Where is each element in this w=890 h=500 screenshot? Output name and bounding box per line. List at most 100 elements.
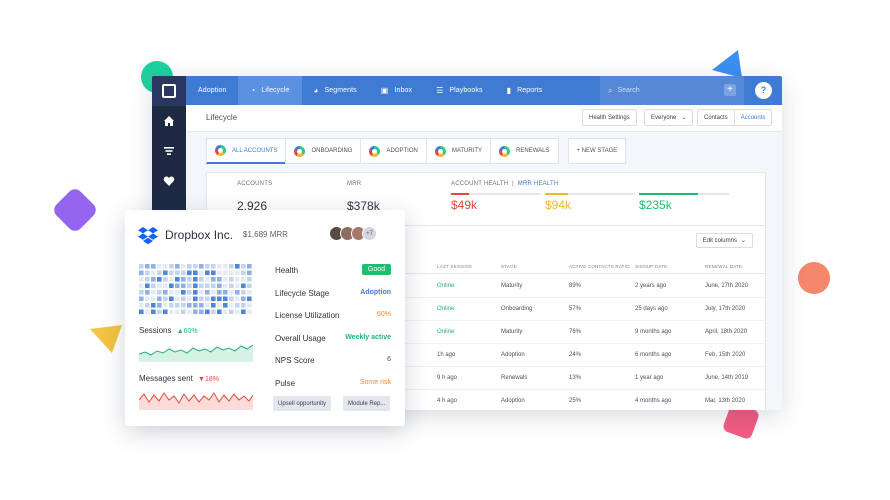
tab-label: ADOPTION [386, 148, 418, 154]
heatmap-cell [247, 296, 252, 302]
column-header[interactable]: LAST SESSION [437, 264, 472, 269]
table-cell-stage: Adoption [501, 398, 525, 404]
top-navigation: Adoption ◔ Lifecycle ◕ Segments ▣ Inbox ☰ Pl… [186, 76, 782, 105]
table-cell-signup: 25 days ago [635, 306, 668, 312]
heatmap-cell [139, 283, 144, 289]
heatmap-cell [211, 283, 216, 289]
heatmap-cell [217, 290, 222, 295]
tab-renewals[interactable]: RENEWALS [490, 138, 559, 164]
column-header[interactable]: SIGNUP DATE [635, 264, 667, 269]
health-badge[interactable]: Good [361, 264, 391, 275]
app-logo-icon[interactable] [152, 76, 186, 106]
heatmap-cell [247, 303, 252, 308]
heatmap-cell [139, 303, 144, 308]
nav-label: Lifecycle [261, 87, 290, 94]
edit-columns-button[interactable]: Edit columns ⌄ [695, 233, 753, 248]
heatmap-cell [163, 309, 168, 315]
nav-lifecycle[interactable]: ◔ Lifecycle [238, 76, 302, 105]
heatmap-cell [247, 309, 252, 315]
sub-header: Lifecycle Health Settings Everyone ⌄ Cont… [186, 105, 782, 132]
table-cell-ratio: 24% [569, 352, 582, 358]
tab-maturity[interactable]: MATURITY [425, 138, 492, 164]
heatmap-cell [175, 309, 180, 315]
heatmap-cell [157, 303, 162, 308]
heatmap-cell [247, 264, 252, 269]
heatmap-cell [145, 283, 150, 289]
column-header[interactable]: STAGE [501, 264, 517, 269]
heatmap-cell [181, 296, 186, 302]
company-mrr: $1,689 MRR [243, 230, 288, 239]
account-health-label: ACCOUNT HEALTH | MRR HEALTH [451, 181, 558, 187]
heatmap-cell [151, 290, 156, 295]
heart-icon[interactable] [152, 166, 186, 196]
column-header[interactable]: ACTIVE CONTACTS RATIO [569, 264, 630, 269]
heatmap-cell [169, 309, 174, 315]
decorative-square [50, 185, 100, 235]
heatmap-cell [187, 264, 192, 269]
heatmap-cell [157, 264, 162, 269]
home-icon[interactable] [152, 106, 186, 136]
table-cell-ratio: 76% [569, 329, 582, 335]
tab-adoption[interactable]: ADOPTION [360, 138, 427, 164]
health-settings-button[interactable]: Health Settings [582, 109, 637, 126]
table-cell-last-session: Online [437, 283, 455, 289]
health-value-yellow: $94k [545, 198, 572, 212]
inbox-icon: ▣ [380, 86, 389, 95]
tag-module[interactable]: Module Rep... [343, 396, 391, 411]
tag-upsell-opportunity[interactable]: Upsell opportunity [273, 396, 332, 411]
heatmap-cell [145, 277, 150, 282]
contacts-toggle[interactable]: Contacts [698, 110, 734, 125]
table-cell-signup: 9 months ago [635, 329, 672, 335]
heatmap-cell [175, 290, 180, 295]
help-button[interactable]: ? [755, 82, 772, 99]
table-cell-signup: 1 year ago [635, 375, 664, 381]
everyone-dropdown[interactable]: Everyone ⌄ [644, 109, 694, 126]
nav-reports[interactable]: ▮ Reports [495, 76, 555, 105]
table-cell-stage: Renewals [501, 375, 528, 381]
search-input[interactable]: ⌕ Search + [600, 76, 744, 105]
heatmap-cell [169, 264, 174, 269]
table-cell-signup: 2 years ago [635, 283, 667, 289]
lifecycle-stage-value[interactable]: Adoption [360, 289, 391, 296]
heatmap-cell [181, 277, 186, 282]
heatmap-cell [151, 309, 156, 315]
table-cell-ratio: 25% [569, 398, 582, 404]
nav-adoption[interactable]: Adoption [186, 76, 238, 105]
health-ring-icon [294, 145, 306, 157]
mrr-health-link[interactable]: MRR HEALTH [518, 181, 559, 187]
heatmap-cell [163, 277, 168, 282]
new-stage-button[interactable]: + NEW STAGE [567, 138, 627, 164]
tab-all-accounts[interactable]: ALL ACCOUNTS [206, 138, 287, 164]
nav-playbooks[interactable]: ☰ Playbooks [424, 76, 494, 105]
heatmap-cell [235, 270, 240, 276]
accounts-toggle[interactable]: Accounts [733, 110, 772, 125]
company-name[interactable]: Dropbox Inc. [165, 228, 233, 242]
heatmap-cell [193, 303, 198, 308]
property-row: Lifecycle Stage Adoption [275, 285, 391, 308]
health-tab[interactable]: ACCOUNT HEALTH [451, 181, 508, 187]
heatmap-cell [181, 270, 186, 276]
add-icon[interactable]: + [724, 84, 736, 96]
filter-icon[interactable] [152, 136, 186, 166]
contacts-accounts-toggle: Contacts Accounts [697, 109, 773, 126]
heatmap-cell [199, 264, 204, 269]
heatmap-cell [157, 309, 162, 315]
heatmap-cell [199, 296, 204, 302]
search-icon: ⌕ [608, 85, 613, 95]
nav-inbox[interactable]: ▣ Inbox [369, 76, 424, 105]
heatmap-cell [247, 283, 252, 289]
accounts-label: ACCOUNTS [237, 181, 273, 187]
nav-segments[interactable]: ◕ Segments [302, 76, 369, 105]
license-utilization-value: 60% [376, 311, 391, 318]
heatmap-cell [193, 264, 198, 269]
heatmap-cell [235, 264, 240, 269]
contact-avatars[interactable]: +7 [329, 226, 377, 241]
more-avatars-badge[interactable]: +7 [362, 226, 377, 241]
heatmap-cell [187, 303, 192, 308]
heatmap-cell [235, 290, 240, 295]
tab-onboarding[interactable]: ONBOARDING [285, 138, 362, 164]
column-header[interactable]: RENEWAL DATE [705, 264, 742, 269]
heatmap-cell [205, 309, 210, 315]
table-cell-ratio: 89% [569, 283, 582, 289]
heatmap-cell [157, 290, 162, 295]
